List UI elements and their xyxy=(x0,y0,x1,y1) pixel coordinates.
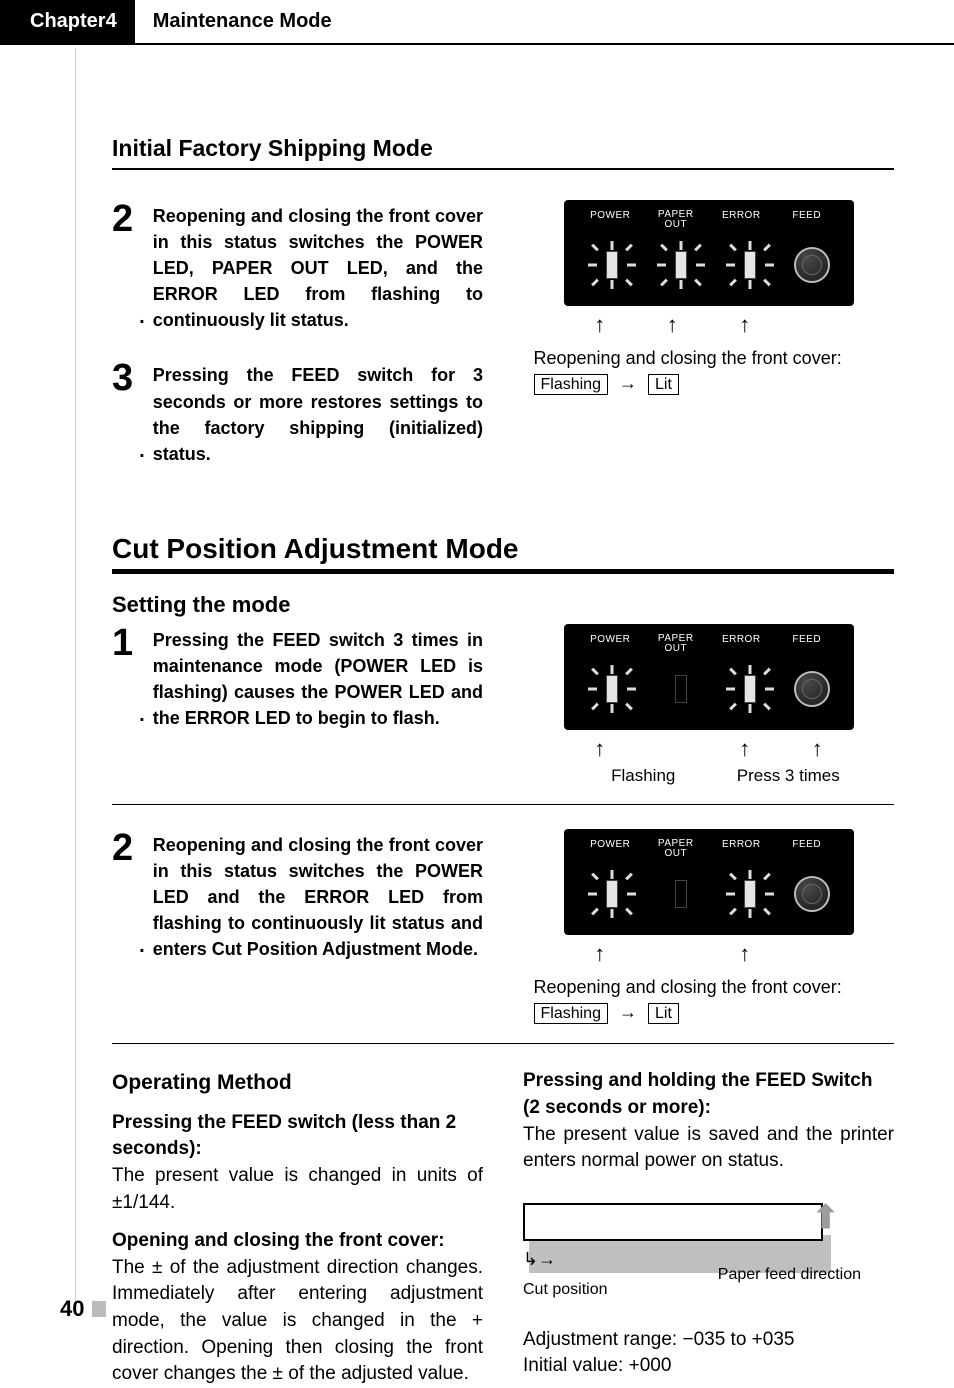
arrow-up-icon xyxy=(564,736,637,762)
power-led-flashing-icon xyxy=(587,240,637,290)
press3-annot: Press 3 times xyxy=(723,766,854,786)
cut-position-label: Cut position xyxy=(523,1279,608,1301)
chapter-badge: Chapter4 xyxy=(0,0,135,43)
step-2: 2. Reopening and closing the front cover… xyxy=(112,200,483,333)
step-text: Pressing the FEED switch 3 times in main… xyxy=(153,624,483,731)
arrow-indicators xyxy=(564,312,854,338)
step-number: 2 xyxy=(112,200,133,333)
step-text: Reopening and closing the front cover in… xyxy=(153,200,483,333)
feed-direction-label: Paper feed direction xyxy=(718,1265,861,1284)
label-paper-out: PAPEROUT xyxy=(643,210,709,230)
feed-button-icon xyxy=(794,876,830,912)
label-error: ERROR xyxy=(709,210,775,230)
press-short-body: The present value is changed in units of… xyxy=(112,1163,483,1216)
paperout-led-off-icon xyxy=(656,869,706,919)
divider xyxy=(112,804,894,805)
arrow-right-icon: → xyxy=(619,1002,637,1022)
label-feed: FEED xyxy=(774,210,840,230)
adjustment-range: Adjustment range: −035 to +035 xyxy=(523,1327,894,1354)
step-number: 1 xyxy=(112,624,133,731)
step-1: 1. Pressing the FEED switch 3 times in m… xyxy=(112,624,483,731)
arrow-up-icon xyxy=(709,736,782,762)
flashing-annot: Flashing xyxy=(564,766,724,786)
step-text: Reopening and closing the front cover in… xyxy=(153,829,483,962)
section-cut-position: Cut Position Adjustment Mode xyxy=(112,533,894,574)
header-title: Maintenance Mode xyxy=(135,0,350,43)
feed-arrow-icon: ⬆ xyxy=(812,1195,839,1240)
paperout-led-flashing-icon xyxy=(656,240,706,290)
arrow-up-icon xyxy=(781,736,854,762)
led-label-row: POWER PAPEROUT ERROR FEED xyxy=(578,210,840,230)
led-panel-diagram: POWER PAPEROUT ERROR FEED xyxy=(564,829,854,935)
page-number: 40 xyxy=(60,1296,84,1322)
paper-feed-diagram: ↳→ ⬆ Cut position Paper feed direction xyxy=(523,1203,833,1303)
footer-marker-icon xyxy=(92,1301,106,1317)
error-led-flashing-icon xyxy=(725,869,775,919)
power-led-flashing-icon xyxy=(587,869,637,919)
paperout-led-off-icon xyxy=(656,664,706,714)
arrow-up-icon xyxy=(709,941,782,967)
step-number: 2 xyxy=(112,829,133,962)
page-footer: 40 xyxy=(60,1296,106,1322)
power-led-flashing-icon xyxy=(587,664,637,714)
press-short-heading: Pressing the FEED switch (less than 2 se… xyxy=(112,1110,483,1163)
arrow-up-icon xyxy=(564,941,637,967)
panel-caption: Reopening and closing the front cover: F… xyxy=(534,346,884,397)
error-led-flashing-icon xyxy=(725,240,775,290)
cover-heading: Opening and closing the front cover: xyxy=(112,1228,483,1255)
step-2: 2. Reopening and closing the front cover… xyxy=(112,829,483,962)
operating-method-title: Operating Method xyxy=(112,1068,483,1097)
step-3: 3. Pressing the FEED switch for 3 second… xyxy=(112,359,483,466)
arrow-up-icon xyxy=(636,312,709,338)
led-panel-diagram: POWER PAPEROUT ERROR FEED xyxy=(564,200,854,306)
label-power: POWER xyxy=(578,210,644,230)
arrow-up-icon xyxy=(709,312,782,338)
section-initial-factory: Initial Factory Shipping Mode xyxy=(112,135,894,170)
arrow-up-icon xyxy=(564,312,637,338)
feed-button-icon xyxy=(794,671,830,707)
divider xyxy=(112,1043,894,1044)
press-long-body: The present value is saved and the print… xyxy=(523,1122,894,1175)
error-led-flashing-icon xyxy=(725,664,775,714)
cut-arrow-icon: ↳→ xyxy=(523,1247,556,1272)
led-panel-diagram: POWER PAPEROUT ERROR FEED xyxy=(564,624,854,730)
step-text: Pressing the FEED switch for 3 seconds o… xyxy=(153,359,483,466)
flashing-label: Flashing xyxy=(534,374,608,395)
annotation-row: Flashing Press 3 times xyxy=(564,766,854,786)
feed-button-icon xyxy=(794,247,830,283)
lit-label: Lit xyxy=(648,374,679,395)
page-header: Chapter4 Maintenance Mode xyxy=(0,0,954,45)
arrow-right-icon: → xyxy=(619,373,637,393)
cover-body: The ± of the adjustment direction change… xyxy=(112,1255,483,1388)
initial-value: Initial value: +000 xyxy=(523,1353,894,1380)
step-number: 3 xyxy=(112,359,133,466)
subsection-setting-mode: Setting the mode xyxy=(112,592,894,618)
margin-rule xyxy=(75,48,76,1312)
panel-caption: Reopening and closing the front cover: F… xyxy=(534,975,884,1026)
press-long-heading: Pressing and holding the FEED Switch (2 … xyxy=(523,1068,894,1121)
